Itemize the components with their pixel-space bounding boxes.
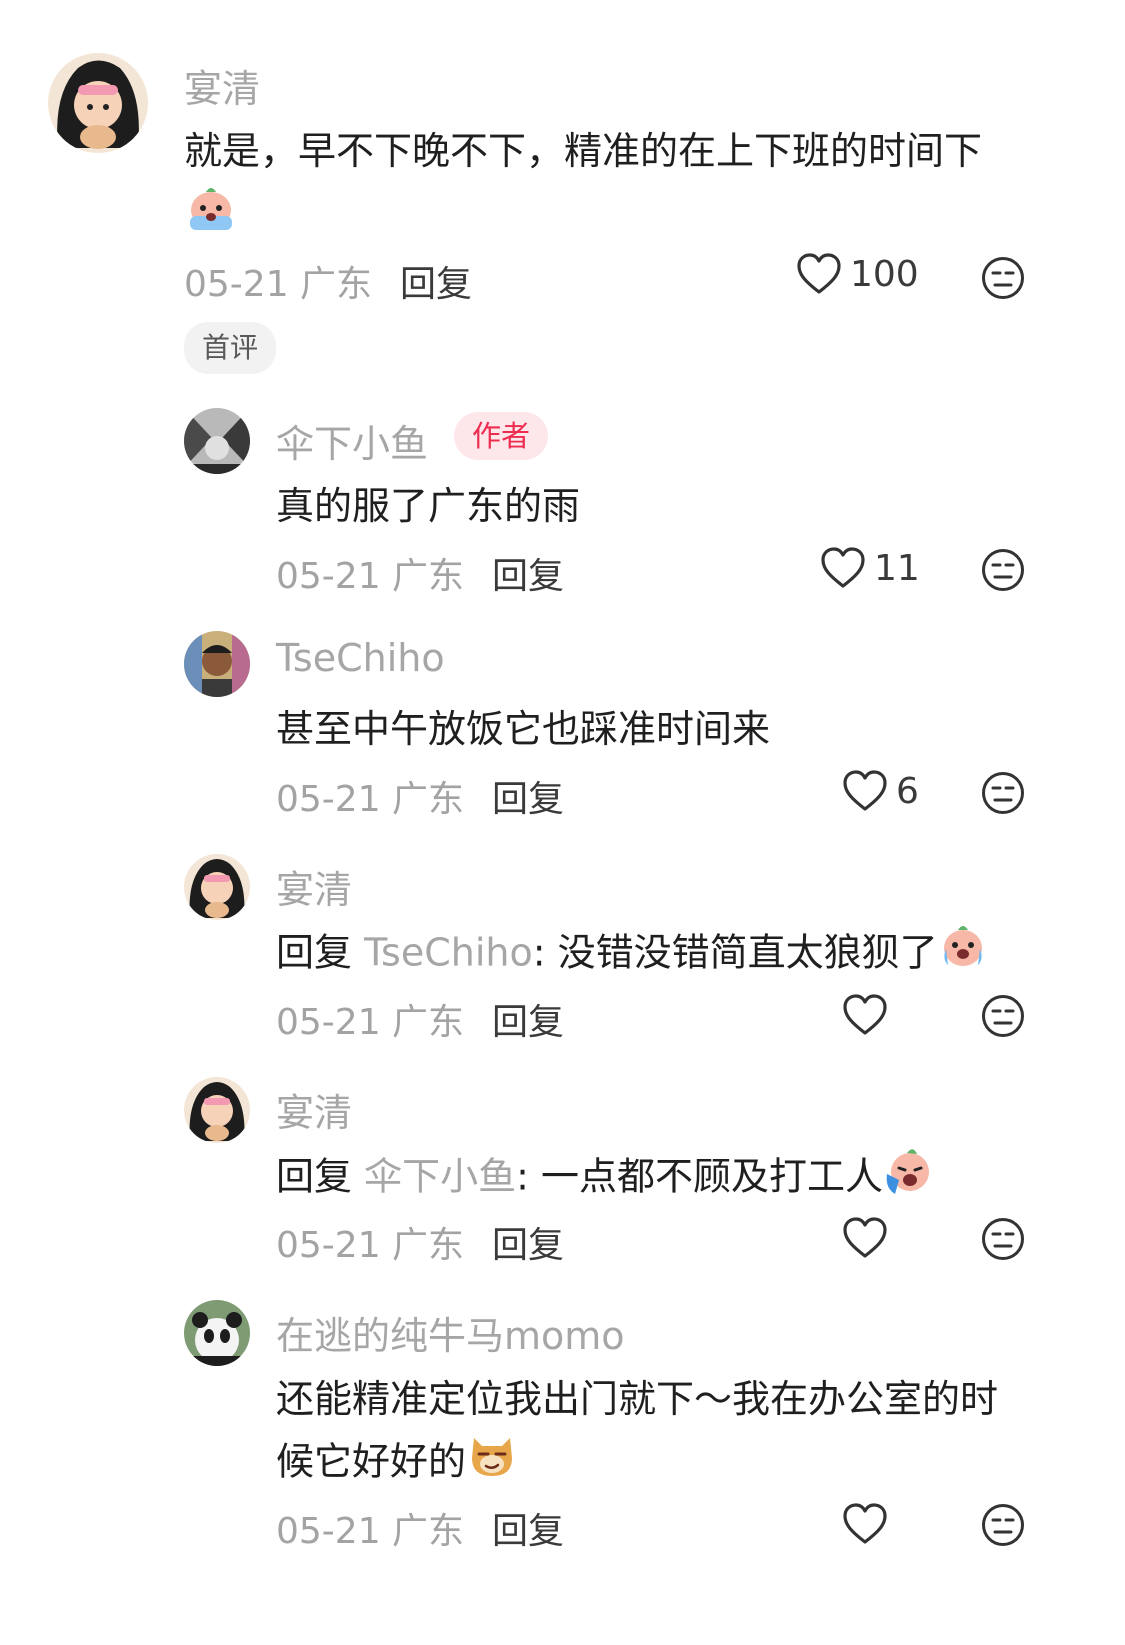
like-button[interactable] — [842, 1502, 896, 1546]
reply-target-user[interactable]: 伞下小鱼 — [364, 1155, 516, 1199]
heart-outline-icon — [843, 994, 887, 1035]
like-button[interactable] — [842, 993, 896, 1037]
reply-prefix: 回复 — [276, 930, 353, 975]
dislike-button[interactable] — [981, 256, 1025, 304]
avatar[interactable] — [48, 53, 148, 153]
comment-body: : 一点都不顾及打工人 — [516, 1154, 884, 1199]
comment-date-location: 05-21 广东 — [184, 264, 373, 305]
smug-dog-emoji-icon — [466, 1430, 518, 1498]
dislike-button[interactable] — [981, 771, 1025, 819]
like-button[interactable]: 100 — [796, 252, 919, 296]
comment-author[interactable]: 宴清 — [184, 58, 260, 113]
reply-button[interactable]: 回复 — [492, 547, 564, 599]
comment-author[interactable]: 在逃的纯牛马momo — [276, 1305, 625, 1360]
dislike-button[interactable] — [981, 1217, 1025, 1265]
avatar[interactable] — [184, 854, 250, 920]
comment-author[interactable]: 宴清 — [276, 1082, 352, 1137]
reply-button[interactable]: 回复 — [400, 255, 472, 307]
like-button[interactable]: 6 — [842, 769, 919, 813]
comment-text: 回复 TseChiho: 没错没错简直太狼狈了 — [276, 921, 1036, 989]
heart-outline-icon — [843, 1503, 887, 1544]
comment-body: : 没错没错简直太狼狈了 — [532, 930, 938, 975]
like-count: 6 — [896, 770, 919, 812]
neutral-face-icon — [982, 1504, 1024, 1546]
comment-text: 甚至中午放饭它也踩准时间来 — [276, 707, 771, 751]
comment-text: 真的服了广东的雨 — [276, 484, 581, 528]
avatar[interactable] — [184, 408, 250, 474]
neutral-face-icon — [982, 257, 1024, 299]
neutral-face-icon — [982, 1218, 1024, 1260]
avatar[interactable] — [184, 1077, 250, 1143]
crying-emoji-icon — [938, 921, 988, 989]
heart-outline-icon — [843, 1217, 887, 1258]
comment-date-location: 05-21 广东 — [276, 1002, 465, 1043]
comment-author[interactable]: TseChiho — [276, 636, 445, 680]
reply-button[interactable]: 回复 — [492, 770, 564, 822]
reply-button[interactable]: 回复 — [492, 1216, 564, 1268]
like-count: 100 — [850, 253, 919, 295]
comment-body: 就是，早不下晚不下，精准的在上下班的时间下 — [184, 129, 983, 173]
comment-date-location: 05-21 广东 — [276, 1225, 465, 1266]
comment-body: 还能精准定位我出门就下～我在办公室的时候它好好的 — [276, 1377, 999, 1484]
comment-thread: 宴清 就是，早不下晚不下，精准的在上下班的时间下 05-21 广东 回复 100 — [0, 0, 1125, 1645]
comment-text: 就是，早不下晚不下，精准的在上下班的时间下 — [184, 120, 1014, 252]
reply-prefix: 回复 — [276, 1154, 353, 1199]
neutral-face-icon — [982, 995, 1024, 1037]
comment-author[interactable]: 伞下小鱼 — [276, 413, 428, 468]
crying-emoji-icon — [184, 182, 238, 252]
comment-date-location: 05-21 广东 — [276, 556, 465, 597]
heart-outline-icon — [821, 547, 865, 588]
dislike-button[interactable] — [981, 1503, 1025, 1551]
dislike-button[interactable] — [981, 548, 1025, 596]
heart-outline-icon — [843, 770, 887, 811]
dislike-button[interactable] — [981, 994, 1025, 1042]
comment-text: 回复 伞下小鱼: 一点都不顾及打工人 — [276, 1144, 1036, 1214]
first-comment-tag: 首评 — [184, 322, 277, 374]
avatar[interactable] — [184, 631, 250, 697]
comment-date-location: 05-21 广东 — [276, 1511, 465, 1552]
comment-text: 还能精准定位我出门就下～我在办公室的时候它好好的 — [276, 1368, 1021, 1498]
reply-target-user[interactable]: TseChiho — [364, 931, 533, 975]
weeping-emoji-icon — [883, 1144, 935, 1214]
neutral-face-icon — [982, 549, 1024, 591]
comment-date-location: 05-21 广东 — [276, 779, 465, 820]
author-badge: 作者 — [454, 412, 549, 460]
avatar[interactable] — [184, 1300, 250, 1366]
reply-button[interactable]: 回复 — [492, 1502, 564, 1554]
comment-author[interactable]: 宴清 — [276, 859, 352, 914]
like-button[interactable] — [842, 1216, 896, 1260]
like-count: 11 — [874, 547, 920, 589]
neutral-face-icon — [982, 772, 1024, 814]
like-button[interactable]: 11 — [820, 546, 920, 590]
heart-outline-icon — [797, 253, 841, 294]
reply-button[interactable]: 回复 — [492, 993, 564, 1045]
